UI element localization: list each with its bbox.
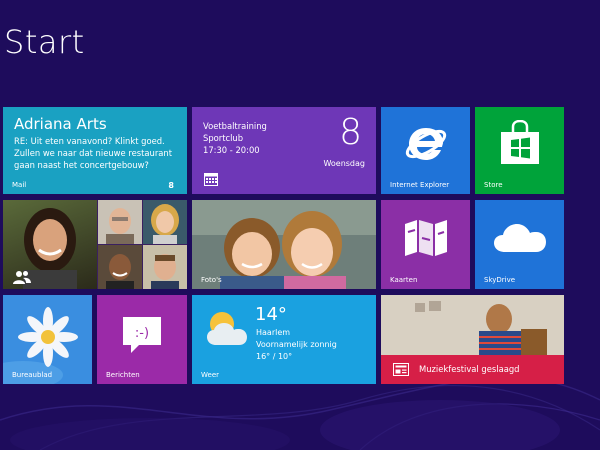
store-label: Store [484, 181, 503, 189]
desktop-tile[interactable]: Bureaublad [3, 295, 92, 384]
calendar-day: Woensdag [323, 159, 365, 168]
cloud-icon [494, 224, 546, 252]
music-festival-headline: Muziekfestival geslaagd [419, 364, 520, 374]
map-icon [405, 220, 447, 256]
mail-preview: RE: Uit eten vanavond? Klinkt goed. Zull… [14, 136, 172, 170]
store-tile[interactable]: Store [475, 107, 564, 194]
calendar-tile[interactable]: Voetbaltraining Sportclub 17:30 - 20:00 … [192, 107, 376, 194]
people-photo-3 [143, 200, 187, 244]
calendar-event: Voetbaltraining Sportclub 17:30 - 20:00 [203, 120, 267, 156]
skydrive-label: SkyDrive [484, 276, 516, 284]
internet-explorer-icon [405, 128, 447, 160]
music-festival-banner: Muziekfestival geslaagd [381, 355, 564, 384]
photos-tile[interactable]: Foto's [192, 200, 376, 289]
internet-explorer-label: Internet Explorer [390, 181, 450, 189]
store-bag-icon [501, 120, 539, 164]
photos-label: Foto's [201, 276, 222, 284]
desktop-label: Bureaublad [12, 371, 53, 379]
svg-text::-): :-) [135, 326, 149, 341]
music-festival-image [381, 295, 564, 355]
maps-label: Kaarten [390, 276, 418, 284]
weather-label: Weer [201, 371, 220, 379]
people-tile[interactable] [3, 200, 187, 289]
calendar-event-time: 17:30 - 20:00 [203, 145, 260, 155]
calendar-event-location: Sportclub [203, 133, 244, 143]
start-screen-title: Start [4, 23, 85, 61]
people-photo-5 [143, 245, 187, 289]
people-icon [13, 271, 31, 284]
mail-sender: Adriana Arts [14, 115, 107, 133]
mail-tile[interactable]: Adriana Arts RE: Uit eten vanavond? Klin… [3, 107, 187, 194]
maps-tile[interactable]: Kaarten [381, 200, 470, 289]
news-icon [393, 363, 409, 376]
weather-temperature: 14° [255, 304, 287, 325]
mail-label: Mail [12, 181, 27, 189]
calendar-date: 8 [339, 112, 362, 153]
weather-city: Haarlem [256, 328, 291, 337]
people-photo-2 [98, 200, 142, 244]
internet-explorer-tile[interactable]: Internet Explorer [381, 107, 470, 194]
music-festival-tile[interactable]: Muziekfestival geslaagd [381, 295, 564, 384]
sun-cloud-icon [207, 312, 247, 345]
weather-tile[interactable]: 14° Haarlem Voornamelijk zonnig 16° / 10… [192, 295, 376, 384]
messaging-label: Berichten [106, 371, 140, 379]
calendar-icon [204, 173, 218, 186]
people-photo-4 [98, 245, 142, 289]
smiley-chat-icon: :-) [123, 317, 161, 353]
weather-range: 16° / 10° [256, 352, 293, 361]
weather-condition: Voornamelijk zonnig [256, 340, 337, 349]
skydrive-tile[interactable]: SkyDrive [475, 200, 564, 289]
mail-unread-badge: 8 [168, 181, 174, 190]
calendar-event-title: Voetbaltraining [203, 121, 267, 131]
messaging-tile[interactable]: :-) Berichten [97, 295, 187, 384]
